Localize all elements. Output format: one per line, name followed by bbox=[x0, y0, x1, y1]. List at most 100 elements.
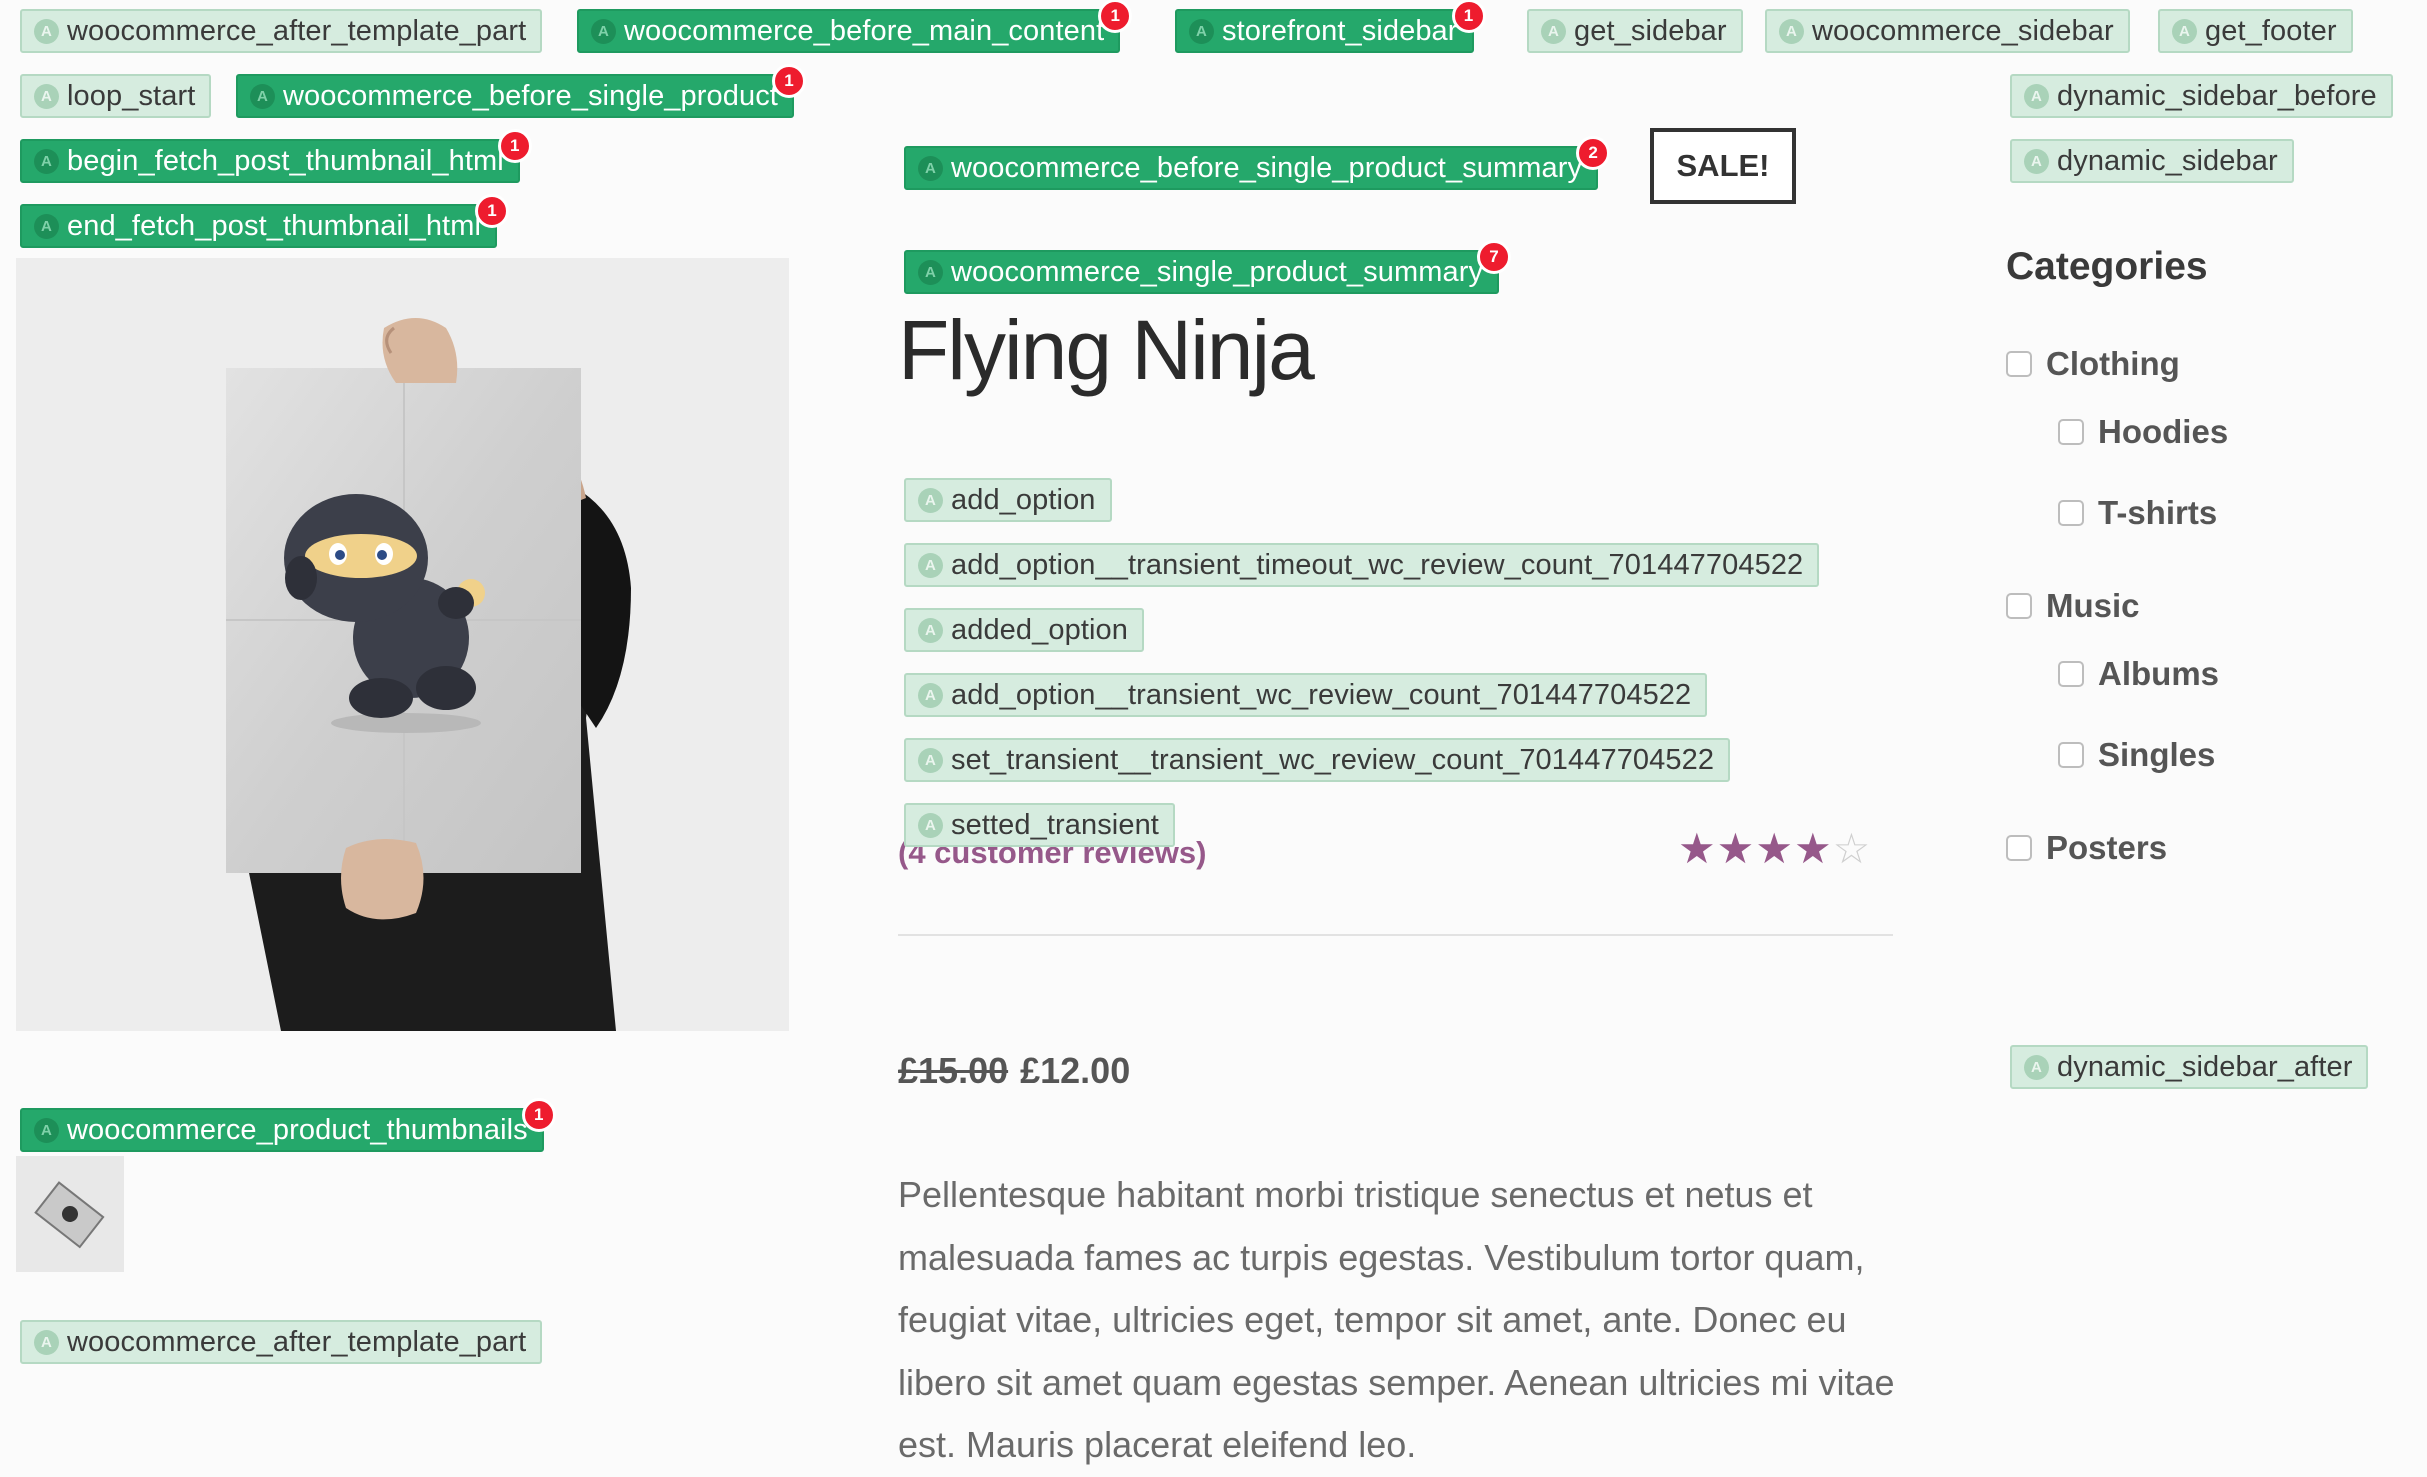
hook-label-end-fetch-post-thumbnail-html[interactable]: A end_fetch_post_thumbnail_html 1 bbox=[20, 194, 510, 248]
star-icon: ☆ bbox=[1832, 825, 1872, 872]
a-circle-icon: A bbox=[34, 1329, 59, 1355]
hook-label-text: dynamic_sidebar bbox=[2057, 144, 2278, 177]
hook-label-text: loop_start bbox=[67, 79, 196, 112]
hook-label-text: dynamic_sidebar_after bbox=[2057, 1050, 2353, 1083]
hook-label-loop-start[interactable]: A loop_start bbox=[20, 74, 212, 118]
a-circle-icon: A bbox=[2172, 18, 2197, 44]
hook-label-text: storefront_sidebar bbox=[1222, 14, 1458, 47]
a-circle-icon: A bbox=[918, 617, 943, 643]
checkbox-icon[interactable] bbox=[2006, 351, 2032, 377]
hook-label-text: woocommerce_before_main_content bbox=[624, 14, 1105, 47]
checkbox-icon[interactable] bbox=[2058, 500, 2084, 526]
product-main-image[interactable] bbox=[16, 258, 789, 1031]
hook-label-text: end_fetch_post_thumbnail_html bbox=[67, 209, 482, 242]
product-thumbnail[interactable] bbox=[16, 1156, 124, 1272]
hook-label-text: added_option bbox=[951, 613, 1128, 646]
hook-label-after-template-part-bottom[interactable]: A woocommerce_after_template_part bbox=[20, 1320, 543, 1364]
hook-label-added-option[interactable]: A added_option bbox=[904, 608, 1144, 652]
product-short-description: Pellentesque habitant morbi tristique se… bbox=[898, 1174, 1895, 1465]
hook-label-text: woocommerce_after_template_part bbox=[67, 14, 527, 47]
a-circle-icon: A bbox=[2024, 1054, 2049, 1080]
hook-label-get-footer[interactable]: A get_footer bbox=[2158, 9, 2353, 53]
category-albums[interactable]: Albums bbox=[2058, 655, 2219, 693]
hook-label-before-main-content[interactable]: A woocommerce_before_main_content 1 bbox=[577, 0, 1133, 53]
hook-label-add-option-transient-timeout[interactable]: A add_option__transient_timeout_wc_revie… bbox=[904, 543, 1820, 587]
category-hoodies[interactable]: Hoodies bbox=[2058, 413, 2228, 451]
category-singles[interactable]: Singles bbox=[2058, 736, 2215, 774]
hook-label-setted-transient[interactable]: A setted_transient bbox=[904, 803, 1175, 847]
a-circle-icon: A bbox=[918, 747, 943, 773]
checkbox-icon[interactable] bbox=[2058, 661, 2084, 687]
hook-label-add-option-transient[interactable]: A add_option__transient_wc_review_count_… bbox=[904, 673, 1708, 717]
hook-label-add-option[interactable]: A add_option bbox=[904, 478, 1112, 522]
hook-count-badge: 1 bbox=[1098, 0, 1133, 33]
summary-divider bbox=[898, 934, 1893, 936]
star-icon: ★ bbox=[1678, 825, 1717, 872]
hook-label-text: add_option bbox=[951, 483, 1096, 516]
hook-label-single-product-summary[interactable]: A woocommerce_single_product_summary 7 bbox=[904, 240, 1512, 294]
a-circle-icon: A bbox=[918, 155, 943, 181]
category-label: Hoodies bbox=[2098, 413, 2229, 450]
a-circle-icon: A bbox=[34, 1117, 59, 1143]
hook-label-get-sidebar[interactable]: A get_sidebar bbox=[1527, 9, 1743, 53]
hook-label-text: woocommerce_product_thumbnails bbox=[67, 1113, 528, 1146]
sale-badge: SALE! bbox=[1650, 128, 1796, 204]
hook-label-text: get_footer bbox=[2205, 14, 2337, 47]
hook-label-begin-fetch-post-thumbnail-html[interactable]: A begin_fetch_post_thumbnail_html 1 bbox=[20, 129, 532, 183]
hook-label-storefront-sidebar[interactable]: A storefront_sidebar 1 bbox=[1175, 0, 1486, 53]
hook-label-text: woocommerce_before_single_product bbox=[283, 79, 778, 112]
product-title: Flying Ninja bbox=[898, 303, 1315, 397]
a-circle-icon: A bbox=[918, 487, 943, 513]
checkbox-icon[interactable] bbox=[2058, 419, 2084, 445]
hook-label-text: add_option__transient_timeout_wc_review_… bbox=[951, 548, 1804, 581]
category-clothing[interactable]: Clothing bbox=[2006, 345, 2180, 383]
star-icon: ★ bbox=[1793, 825, 1833, 872]
hook-label-text: woocommerce_sidebar bbox=[1812, 14, 2114, 47]
hook-label-before-single-product-summary[interactable]: A woocommerce_before_single_product_summ… bbox=[904, 136, 1611, 190]
hook-label-woocommerce-sidebar[interactable]: A woocommerce_sidebar bbox=[1765, 9, 2130, 53]
a-circle-icon: A bbox=[918, 812, 943, 838]
hook-label-dynamic-sidebar-after[interactable]: A dynamic_sidebar_after bbox=[2010, 1045, 2369, 1089]
hook-label-text: set_transient__transient_wc_review_count… bbox=[951, 743, 1715, 776]
category-label: Albums bbox=[2098, 655, 2220, 692]
hook-count-badge: 1 bbox=[497, 129, 532, 163]
a-circle-icon: A bbox=[34, 213, 59, 239]
a-circle-icon: A bbox=[34, 148, 59, 174]
a-circle-icon: A bbox=[918, 259, 943, 285]
hook-count-badge: 1 bbox=[771, 64, 806, 98]
star-rating: ★★★★☆ bbox=[1678, 828, 1871, 870]
hook-label-dynamic-sidebar[interactable]: A dynamic_sidebar bbox=[2010, 139, 2294, 183]
a-circle-icon: A bbox=[34, 18, 59, 44]
product-price: £15.00 £12.00 bbox=[898, 1050, 1130, 1092]
hook-count-badge: 1 bbox=[475, 194, 510, 228]
hook-label-dynamic-sidebar-before[interactable]: A dynamic_sidebar_before bbox=[2010, 74, 2393, 118]
checkbox-icon[interactable] bbox=[2058, 742, 2084, 768]
hook-label-product-thumbnails[interactable]: A woocommerce_product_thumbnails 1 bbox=[20, 1098, 556, 1152]
ninja-poster-photo bbox=[16, 258, 789, 1031]
category-label: Posters bbox=[2046, 829, 2168, 866]
hook-count-badge: 7 bbox=[1477, 240, 1512, 274]
a-circle-icon: A bbox=[2024, 83, 2049, 109]
checkbox-icon[interactable] bbox=[2006, 593, 2032, 619]
hook-label-text: get_sidebar bbox=[1574, 14, 1727, 47]
star-icon: ★ bbox=[1755, 825, 1794, 872]
hook-count-badge: 2 bbox=[1576, 136, 1611, 170]
category-t-shirts[interactable]: T-shirts bbox=[2058, 494, 2217, 532]
hook-label-before-single-product[interactable]: A woocommerce_before_single_product 1 bbox=[236, 64, 806, 118]
category-label: Singles bbox=[2098, 736, 2216, 773]
hook-label-set-transient[interactable]: A set_transient__transient_wc_review_cou… bbox=[904, 738, 1731, 782]
categories-heading: Categories bbox=[2006, 245, 2208, 288]
a-circle-icon: A bbox=[2024, 148, 2049, 174]
hook-label-after-template-part-top[interactable]: A woocommerce_after_template_part bbox=[20, 9, 543, 53]
checkbox-icon[interactable] bbox=[2006, 835, 2032, 861]
a-circle-icon: A bbox=[1541, 18, 1566, 44]
category-label: Clothing bbox=[2046, 345, 2180, 382]
category-label: T-shirts bbox=[2098, 494, 2218, 531]
category-music[interactable]: Music bbox=[2006, 587, 2140, 625]
category-posters[interactable]: Posters bbox=[2006, 829, 2167, 867]
a-circle-icon: A bbox=[34, 83, 59, 109]
hook-label-text: woocommerce_single_product_summary bbox=[951, 255, 1484, 288]
hook-count-badge: 1 bbox=[521, 1098, 556, 1132]
a-circle-icon: A bbox=[1189, 18, 1214, 44]
category-label: Music bbox=[2046, 587, 2140, 624]
